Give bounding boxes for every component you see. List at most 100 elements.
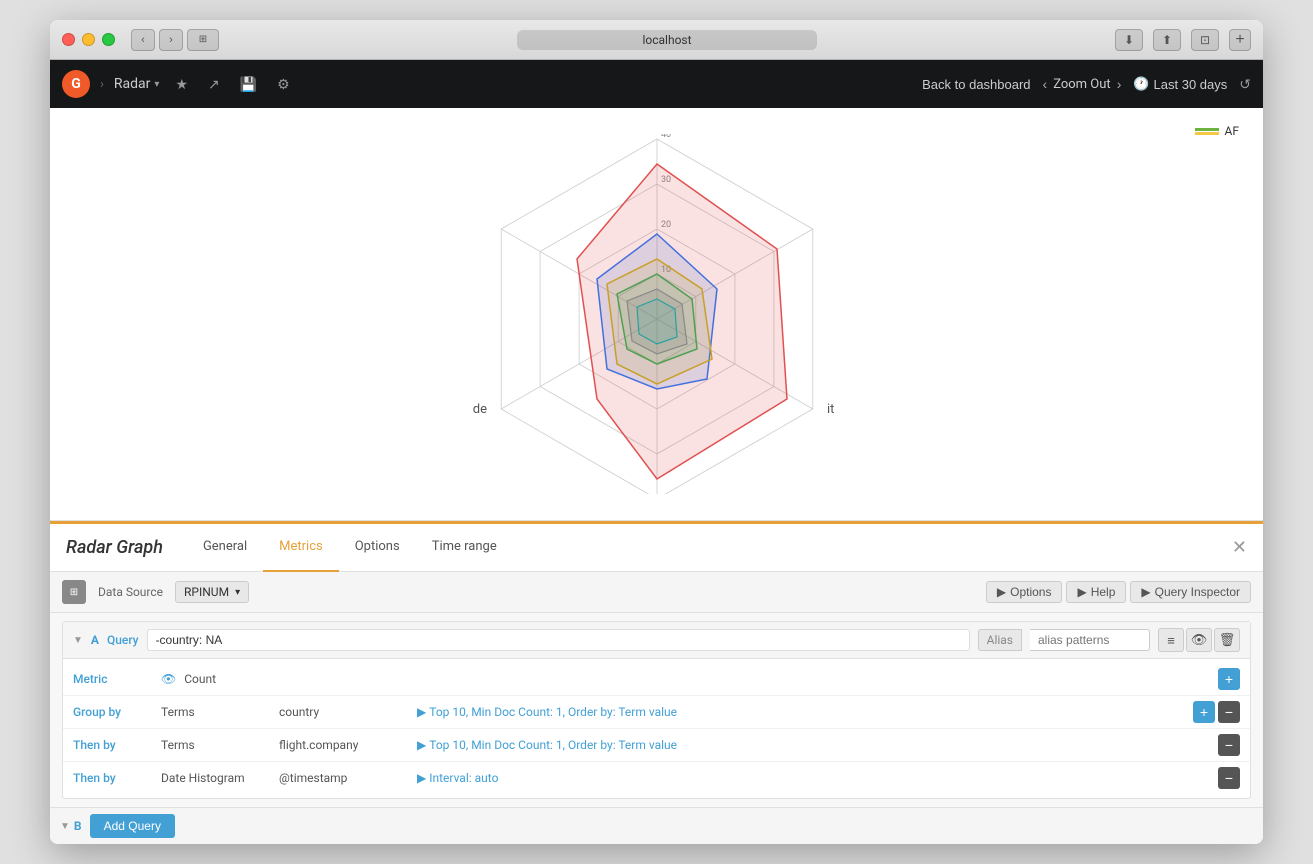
metric-row-thenby1: Then by Terms flight.company ▶ Top 10, M…: [63, 729, 1250, 762]
share-dashboard-btn[interactable]: ↗: [204, 74, 224, 95]
thenby2-field: @timestamp: [279, 771, 409, 785]
groupby-options-link[interactable]: ▶ Top 10, Min Doc Count: 1, Order by: Te…: [417, 705, 677, 719]
query-a-letter: A: [91, 633, 99, 647]
metric-eye-icon[interactable]: 👁: [161, 672, 176, 686]
share-btn[interactable]: ⬆: [1153, 29, 1181, 51]
thenby1-options-link[interactable]: ▶ Top 10, Min Doc Count: 1, Order by: Te…: [417, 738, 677, 752]
thenby2-options-arrow: ▶: [417, 771, 426, 785]
alias-input[interactable]: [1030, 629, 1150, 651]
query-inspector-arrow: ▶: [1141, 585, 1150, 599]
query-action-buttons: ≡ 👁 🗑: [1158, 628, 1240, 652]
url-bar-container: localhost: [235, 30, 1099, 50]
thenby1-label: Then by: [73, 738, 153, 752]
chart-area: AF: [50, 108, 1263, 521]
query-b-arrow: ▼: [60, 821, 70, 832]
help-arrow: ▶: [1077, 585, 1086, 599]
legend-bar-green: [1195, 128, 1219, 131]
forward-btn[interactable]: ›: [159, 29, 183, 51]
query-eye-btn[interactable]: 👁: [1186, 628, 1212, 652]
query-a-input[interactable]: [147, 629, 970, 651]
settings-btn[interactable]: ⚙: [273, 74, 294, 95]
refresh-btn[interactable]: ↺: [1239, 76, 1251, 93]
query-a-section: ▼ A Query Alias ≡ 👁 🗑 Met: [62, 621, 1251, 799]
legend-color-bars: [1195, 128, 1219, 135]
options-arrow: ▶: [997, 585, 1006, 599]
metric-row-groupby: Group by Terms country ▶ Top 10, Min Doc…: [63, 696, 1250, 729]
options-label: Options: [1010, 585, 1051, 599]
minimize-window-btn[interactable]: [82, 33, 95, 46]
thenby2-remove-btn[interactable]: −: [1218, 767, 1240, 789]
groupby-row-buttons: + −: [1193, 701, 1240, 723]
thenby2-options-text: Interval: auto: [429, 771, 498, 785]
close-window-btn[interactable]: [62, 33, 75, 46]
back-btn[interactable]: ‹: [131, 29, 155, 51]
alias-label: Alias: [978, 629, 1022, 651]
datasource-icon: ⊞: [62, 580, 86, 604]
options-btn[interactable]: ▶ Options: [986, 581, 1063, 603]
datasource-dropdown-arrow: ▾: [235, 587, 240, 598]
tab-general[interactable]: General: [187, 524, 263, 572]
tab-time-range[interactable]: Time range: [416, 524, 513, 572]
radar-chart-svg: Companies it de 10 20 30 40: [317, 134, 997, 494]
query-a-header: ▼ A Query Alias ≡ 👁 🗑: [63, 622, 1250, 659]
nav-buttons: ‹ › ⊞: [131, 29, 219, 51]
radar-chart-container: Companies it de 10 20 30 40: [70, 124, 1243, 504]
datasource-right-buttons: ▶ Options ▶ Help ▶ Query Inspector: [986, 581, 1251, 603]
download-btn[interactable]: ⬇: [1115, 29, 1143, 51]
tab-metrics[interactable]: Metrics: [263, 524, 339, 572]
groupby-remove-btn[interactable]: −: [1218, 701, 1240, 723]
groupby-options-text: Top 10, Min Doc Count: 1, Order by: Term…: [429, 705, 677, 719]
time-range-label: Last 30 days: [1154, 77, 1228, 92]
save-dashboard-btn[interactable]: 💾: [236, 74, 261, 95]
query-b-letter: B: [74, 819, 82, 833]
maximize-window-btn[interactable]: [102, 33, 115, 46]
panel-editor-header: Radar Graph General Metrics Options Time…: [50, 524, 1263, 572]
groupby-options-arrow: ▶: [417, 705, 426, 719]
thenby1-options-text: Top 10, Min Doc Count: 1, Order by: Term…: [429, 738, 677, 752]
metric-type-count: Count: [184, 672, 294, 686]
toggle-sidebar-btn[interactable]: ⊞: [187, 29, 219, 51]
tab-options[interactable]: Options: [339, 524, 416, 572]
query-a-arrow: ▼: [73, 635, 83, 646]
new-tab-btn[interactable]: +: [1229, 29, 1251, 51]
close-panel-editor-btn[interactable]: ✕: [1232, 537, 1247, 558]
grafana-logo[interactable]: G: [62, 70, 90, 98]
thenby2-type: Date Histogram: [161, 771, 271, 785]
groupby-add-btn[interactable]: +: [1193, 701, 1215, 723]
datasource-select[interactable]: RPINUM ▾: [175, 581, 249, 603]
help-btn[interactable]: ▶ Help: [1066, 581, 1126, 603]
groupby-field: country: [279, 705, 409, 719]
metric-row-thenby2: Then by Date Histogram @timestamp ▶ Inte…: [63, 762, 1250, 794]
star-btn[interactable]: ★: [171, 74, 192, 95]
dashboard-dropdown-arrow: ▾: [154, 79, 159, 90]
groupby-label: Group by: [73, 705, 153, 719]
query-inspector-label: Query Inspector: [1155, 585, 1240, 599]
thenby1-row-buttons: −: [1218, 734, 1240, 756]
thenby1-remove-btn[interactable]: −: [1218, 734, 1240, 756]
svg-text:40: 40: [661, 134, 671, 140]
metric-row-count: Metric 👁 Count +: [63, 663, 1250, 696]
time-range-btn[interactable]: 🕐 Last 30 days: [1133, 76, 1227, 92]
metric-label: Metric: [73, 672, 153, 686]
add-query-btn[interactable]: Add Query: [90, 814, 175, 838]
legend-label: AF: [1225, 124, 1239, 138]
query-inspector-btn[interactable]: ▶ Query Inspector: [1130, 581, 1251, 603]
titlebar-actions: ⬇ ⬆ ⊡ +: [1115, 29, 1251, 51]
chart-left-label: de: [472, 402, 486, 417]
zoom-back-btn[interactable]: ‹: [1043, 76, 1048, 92]
metric-add-btn[interactable]: +: [1218, 668, 1240, 690]
dashboard-name-btn[interactable]: Radar ▾: [114, 76, 160, 92]
add-query-row: ▼ B Add Query: [50, 807, 1263, 844]
thenby2-options-link[interactable]: ▶ Interval: auto: [417, 771, 498, 785]
metric-row-buttons: +: [1218, 668, 1240, 690]
query-delete-btn[interactable]: 🗑: [1214, 628, 1240, 652]
legend-bar-yellow: [1195, 132, 1219, 135]
url-input[interactable]: localhost: [517, 30, 817, 50]
zoom-forward-btn[interactable]: ›: [1117, 76, 1122, 92]
fullscreen-btn[interactable]: ⊡: [1191, 29, 1219, 51]
toolbar-icons: ★ ↗ 💾 ⚙: [171, 74, 293, 95]
editor-tabs: General Metrics Options Time range: [187, 524, 513, 572]
panel-title: Radar Graph: [66, 537, 163, 558]
query-list-btn[interactable]: ≡: [1158, 628, 1184, 652]
back-to-dashboard-btn[interactable]: Back to dashboard: [922, 77, 1030, 92]
